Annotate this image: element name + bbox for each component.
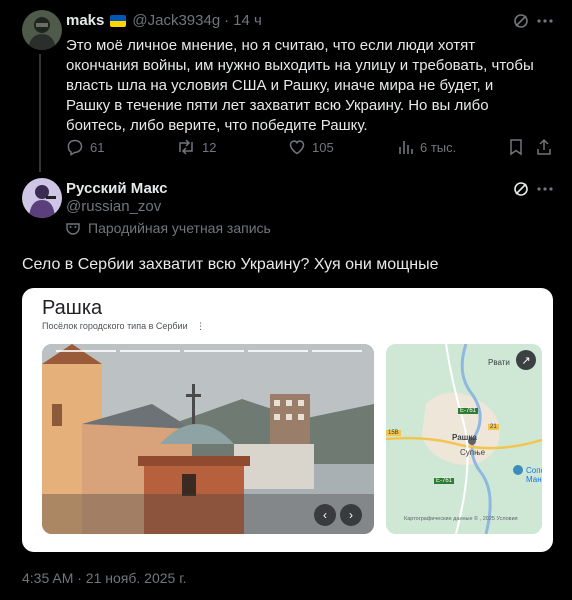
author-name[interactable]: maks — [66, 12, 104, 29]
more-vert-icon: ⋮ — [196, 321, 206, 331]
map-road-label: 15B — [386, 430, 401, 436]
author-name[interactable]: Русский Макс — [66, 180, 167, 197]
tweet-text: Село в Сербии захватит всю Украину? Хуя … — [22, 256, 439, 273]
place-subtitle-text: Посёлок городского типа в Сербии — [42, 321, 188, 331]
parody-label: Пародийная учетная запись — [88, 220, 271, 236]
tweet-header: Русский Макс — [66, 180, 167, 197]
views-icon — [399, 141, 413, 154]
tweet-timestamp[interactable]: 4:35 AM · 21 нояб. 2025 г. — [22, 570, 187, 586]
avatar[interactable] — [22, 10, 62, 50]
attached-image-card[interactable]: Рашка Посёлок городского типа в Сербии ⋮ — [22, 288, 553, 552]
author-handle[interactable]: @Jack3934g — [132, 12, 220, 29]
map-label-rvati: Рвати — [488, 358, 510, 367]
post-time[interactable]: 14 ч — [233, 12, 262, 29]
reply-count: 61 — [90, 139, 105, 155]
grok-icon[interactable] — [510, 10, 532, 32]
reply-button[interactable]: 61 — [66, 136, 104, 158]
thread-line — [39, 54, 41, 172]
repost-button[interactable]: 12 — [176, 136, 216, 158]
views-button[interactable]: 6 тыс. — [398, 136, 456, 158]
bookmark-button[interactable] — [508, 136, 524, 158]
parody-mask-icon — [66, 223, 80, 235]
reply-icon — [67, 139, 83, 156]
map-road-label: E-761 — [458, 408, 479, 414]
author-handle[interactable]: @russian_zov — [66, 198, 161, 215]
tweet-actions: 61 12 105 6 тыс. — [66, 136, 556, 158]
place-subtitle: Посёлок городского типа в Сербии ⋮ — [42, 321, 205, 332]
views-count: 6 тыс. — [420, 139, 457, 155]
avatar[interactable] — [22, 178, 62, 218]
repost-count: 12 — [202, 139, 217, 155]
parody-badge: Пародийная учетная запись — [66, 220, 271, 236]
more-options-icon[interactable] — [534, 10, 556, 32]
ukraine-flag-icon — [110, 14, 127, 27]
heart-icon — [289, 140, 305, 155]
grok-icon[interactable] — [510, 178, 532, 200]
like-button[interactable]: 105 — [288, 136, 334, 158]
repost-icon — [179, 139, 193, 155]
map-copyright: Картографические данные © , 2025 Условия — [404, 516, 518, 522]
share-button[interactable] — [536, 136, 552, 158]
like-count: 105 — [312, 139, 334, 155]
map-label-sopocani: Сопо — [526, 466, 542, 475]
map-label-raska: Рашка — [452, 433, 477, 442]
directions-icon[interactable]: ↗ — [516, 350, 536, 370]
more-options-icon[interactable] — [534, 178, 556, 200]
tweet-text: Это моё личное мнение, но я считаю, что … — [66, 37, 534, 134]
next-photo-button[interactable]: › — [340, 504, 362, 526]
map-road-label: 21 — [488, 424, 499, 430]
map-label-mana: Мана — [526, 475, 542, 484]
place-map[interactable]: ↗ Рвати E-761 15B 21 Рашка Супње Сопо Ма… — [386, 344, 542, 534]
prev-photo-button[interactable]: ‹ — [314, 504, 336, 526]
tweet-header: maks @Jack3934g · 14 ч — [66, 12, 262, 29]
handle-row: @russian_zov — [66, 198, 161, 215]
bookmark-icon — [510, 139, 522, 156]
place-photo[interactable]: ‹ › — [42, 344, 374, 534]
place-title: Рашка — [42, 297, 103, 319]
separator-dot: · — [224, 12, 230, 29]
map-road-label: E-761 — [434, 478, 455, 484]
share-icon — [537, 138, 551, 155]
map-label-supnje: Супње — [460, 448, 486, 457]
